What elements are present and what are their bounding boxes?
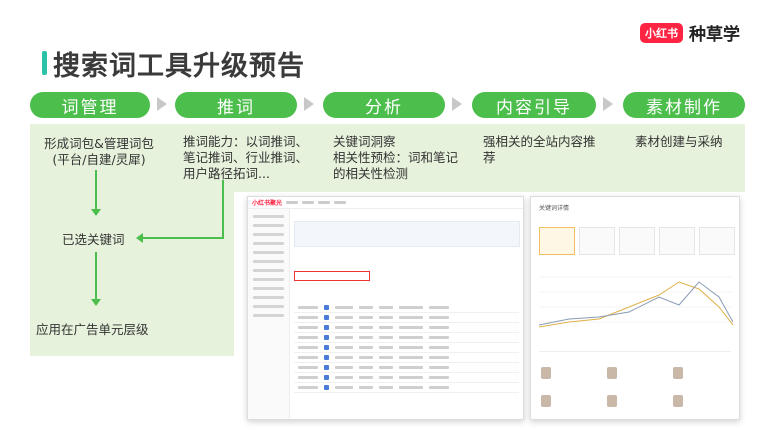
trend-chart <box>539 276 733 328</box>
connector-horizontal <box>142 237 224 239</box>
step-arrow-icon <box>157 97 167 111</box>
arrow-down-1 <box>91 170 101 216</box>
step-content-guide: 内容引导 <box>472 92 596 118</box>
content-desc: 强相关的全站内容推 荐 <box>483 134 596 165</box>
kpi-card <box>539 227 575 255</box>
step-word-management: 词管理 <box>30 92 150 118</box>
recommend-desc: 推词能力：以词推词、 笔记推词、行业推词、 用户路径拓词... <box>183 134 309 181</box>
screenshot-detail-title: 关键词详情 <box>539 205 570 212</box>
kpi-card <box>699 227 735 255</box>
note-thumbnail <box>541 367 551 379</box>
step-recommend: 推词 <box>175 92 297 118</box>
screenshot-card <box>294 221 520 247</box>
screenshot-table <box>294 303 519 393</box>
arrow-down-2 <box>91 252 101 306</box>
screenshot-logo: 小红书聚光 <box>252 200 283 207</box>
material-desc: 素材创建与采纳 <box>635 134 723 149</box>
screenshot-main <box>294 213 520 415</box>
step-arrow-icon <box>603 97 613 111</box>
analysis-desc: 关键词洞察 相关性预检：词和笔记 的相关性检测 <box>333 134 459 181</box>
trend-line-gray <box>539 281 733 326</box>
apply-level-label: 应用在广告单元层级 <box>36 322 149 337</box>
note-thumbnail <box>541 395 551 407</box>
screenshot-highlight-box <box>294 271 370 281</box>
step-material: 素材制作 <box>623 92 745 118</box>
step-arrow-icon <box>304 97 314 111</box>
step-analysis: 分析 <box>323 92 445 118</box>
kpi-card <box>619 227 655 255</box>
page-title: 搜索词工具升级预告 <box>53 51 305 82</box>
word-mgmt-desc: 形成词包&管理词包 (平台/自建/灵犀) <box>44 136 154 167</box>
kpi-card <box>659 227 695 255</box>
connector-vertical <box>222 180 224 238</box>
keyword-tool-screenshot: 小红书聚光 <box>247 196 524 420</box>
step-arrow-icon <box>452 97 462 111</box>
note-thumbnail <box>607 367 617 379</box>
keyword-detail-screenshot: 关键词详情 <box>530 196 740 420</box>
selected-keywords-label: 已选关键词 <box>62 232 125 247</box>
screenshot-sidebar <box>248 209 290 419</box>
connector-arrow-icon <box>136 233 143 243</box>
brand-text: 种草学 <box>689 25 740 45</box>
note-thumbnail <box>673 367 683 379</box>
trend-line-gold <box>539 281 733 328</box>
screenshot-topbar: 小红书聚光 <box>248 197 523 209</box>
note-thumbnail <box>673 395 683 407</box>
brand-badge: 小红书 <box>640 22 683 43</box>
kpi-card <box>579 227 615 255</box>
title-accent-bar <box>42 51 47 75</box>
brand-logo: 小红书 种草学 <box>640 20 740 45</box>
note-thumbnail <box>607 395 617 407</box>
